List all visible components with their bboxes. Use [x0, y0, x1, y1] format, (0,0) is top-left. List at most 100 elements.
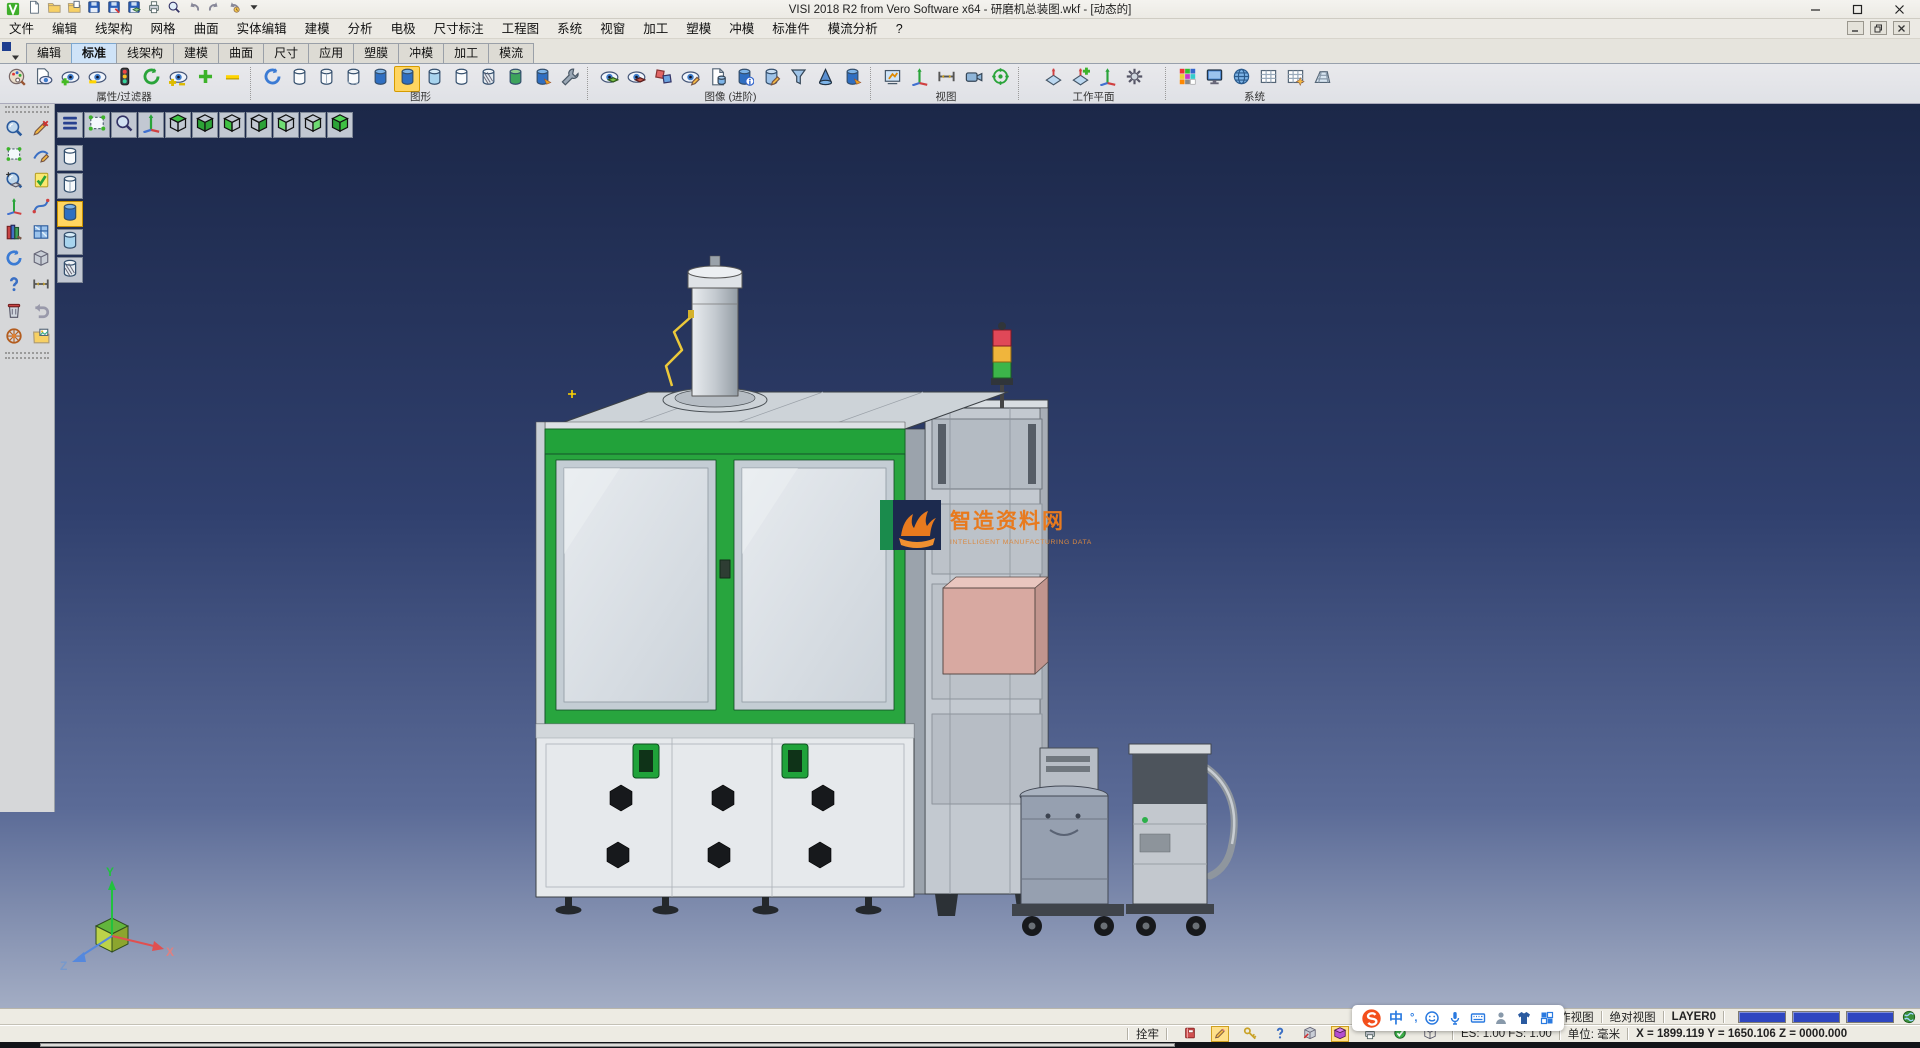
display-settings[interactable]: [1201, 66, 1227, 92]
undo-history[interactable]: [225, 1, 243, 17]
view-bottom[interactable]: [192, 112, 218, 138]
print[interactable]: [145, 1, 163, 17]
render-quality[interactable]: [502, 66, 528, 92]
window-select[interactable]: [2, 144, 26, 168]
orient-view[interactable]: [906, 66, 932, 92]
edit-mode[interactable]: [1211, 1026, 1229, 1042]
open-file[interactable]: [45, 1, 63, 17]
zoom-scale[interactable]: [2, 170, 26, 194]
menu-item-3[interactable]: 网格: [142, 19, 185, 39]
snap-settings[interactable]: [1282, 66, 1308, 92]
toolbar-options[interactable]: [245, 1, 263, 17]
zoom-search[interactable]: [2, 118, 26, 142]
zoom-extents[interactable]: [111, 112, 137, 138]
sogou-logo-icon[interactable]: [1361, 1008, 1382, 1029]
tab-线架构[interactable]: 线架构: [116, 43, 174, 63]
view-isometric[interactable]: [327, 112, 353, 138]
copy-attributes[interactable]: [30, 66, 56, 92]
attribute-library[interactable]: [2, 222, 26, 246]
hidden-line-mode[interactable]: [313, 66, 339, 92]
filter-entities[interactable]: [785, 66, 811, 92]
apply-shading[interactable]: [529, 66, 555, 92]
open-copy[interactable]: [65, 1, 83, 17]
modify-attributes[interactable]: [3, 66, 29, 92]
ime-account[interactable]: [1493, 1010, 1509, 1026]
shaded-mode[interactable]: [367, 66, 393, 92]
menu-item-17[interactable]: 模流分析: [819, 19, 887, 39]
viewport-canvas[interactable]: 智造资料网 INTELLIGENT MANUFACTURING DATA Y X…: [0, 104, 1920, 1008]
window-zoom[interactable]: [84, 112, 110, 138]
mdi-restore-button[interactable]: [1870, 21, 1887, 35]
menu-item-6[interactable]: 建模: [296, 19, 339, 39]
undo-action[interactable]: [29, 300, 53, 324]
menu-item-12[interactable]: 视窗: [591, 19, 634, 39]
tab-标准[interactable]: 标准: [71, 43, 117, 63]
view-mode-label[interactable]: 绝对视图: [1610, 1009, 1656, 1025]
validate-check[interactable]: [29, 170, 53, 194]
tab-塑膜[interactable]: 塑膜: [353, 43, 399, 63]
menu-item-15[interactable]: 冲模: [720, 19, 763, 39]
menu-item-16[interactable]: 标准件: [763, 19, 819, 39]
solid-display[interactable]: [29, 248, 53, 272]
align-workplane[interactable]: [1094, 66, 1120, 92]
menu-item-11[interactable]: 系统: [548, 19, 591, 39]
network-globe-icon[interactable]: [1900, 1009, 1918, 1025]
apply-view[interactable]: [839, 66, 865, 92]
ime-toolbox[interactable]: [1539, 1010, 1555, 1026]
undo[interactable]: [185, 1, 203, 17]
orient-triad[interactable]: [138, 112, 164, 138]
save-model[interactable]: [125, 1, 143, 17]
save[interactable]: [85, 1, 103, 17]
print-preview[interactable]: [165, 1, 183, 17]
close-button[interactable]: [1878, 0, 1920, 19]
mode-shaded-edges[interactable]: [57, 229, 83, 255]
view-right[interactable]: [300, 112, 326, 138]
add-filter[interactable]: [192, 66, 218, 92]
hide-entities[interactable]: [84, 66, 110, 92]
new-document[interactable]: [25, 1, 43, 17]
dynamic-view[interactable]: [879, 66, 905, 92]
new-workplane[interactable]: [1067, 66, 1093, 92]
minimize-button[interactable]: [1794, 0, 1836, 19]
mode-hidden-line[interactable]: [57, 173, 83, 199]
layer-label[interactable]: LAYER0: [1672, 1011, 1716, 1023]
grid-settings[interactable]: [1309, 66, 1335, 92]
show-entities[interactable]: [57, 66, 83, 92]
target-view[interactable]: [987, 66, 1013, 92]
translucent-mode[interactable]: [421, 66, 447, 92]
graphics-settings[interactable]: [556, 66, 582, 92]
camera-view[interactable]: [960, 66, 986, 92]
maximize-button[interactable]: [1836, 0, 1878, 19]
section-view[interactable]: [812, 66, 838, 92]
menu-item-9[interactable]: 尺寸标注: [425, 19, 493, 39]
menu-item-8[interactable]: 电极: [382, 19, 425, 39]
delete-entities[interactable]: [2, 300, 26, 324]
menu-item-1[interactable]: 编辑: [43, 19, 86, 39]
curve-modify[interactable]: [29, 196, 53, 220]
menu-item-5[interactable]: 实体编辑: [228, 19, 296, 39]
render-cube[interactable]: [1331, 1026, 1349, 1042]
mode-sketch[interactable]: [57, 257, 83, 283]
shaded-edges-mode[interactable]: [394, 66, 420, 92]
entity-info[interactable]: [731, 66, 757, 92]
snap-cube[interactable]: [1301, 1026, 1319, 1042]
wireframe-mode[interactable]: [286, 66, 312, 92]
tab-编辑[interactable]: 编辑: [26, 43, 72, 63]
menu-item-18[interactable]: ?: [887, 19, 912, 39]
tab-应用[interactable]: 应用: [308, 43, 354, 63]
ime-voice[interactable]: [1447, 1010, 1463, 1026]
ime-punct-toggle[interactable]: °,: [1410, 1006, 1417, 1030]
workplane-manager[interactable]: [1040, 66, 1066, 92]
query-help[interactable]: [2, 274, 26, 298]
remove-filter[interactable]: [219, 66, 245, 92]
menu-item-14[interactable]: 塑模: [677, 19, 720, 39]
mdi-close-button[interactable]: [1893, 21, 1910, 35]
lock-label[interactable]: 拴牢: [1136, 1026, 1159, 1042]
ime-smiley[interactable]: [1424, 1010, 1440, 1026]
lock-entities[interactable]: [1241, 1026, 1259, 1042]
tab-尺寸[interactable]: 尺寸: [263, 43, 309, 63]
help-status[interactable]: [1271, 1026, 1289, 1042]
ime-lang-toggle[interactable]: 中: [1389, 1006, 1403, 1030]
regenerate-view[interactable]: [2, 248, 26, 272]
toggle-visibility[interactable]: [165, 66, 191, 92]
